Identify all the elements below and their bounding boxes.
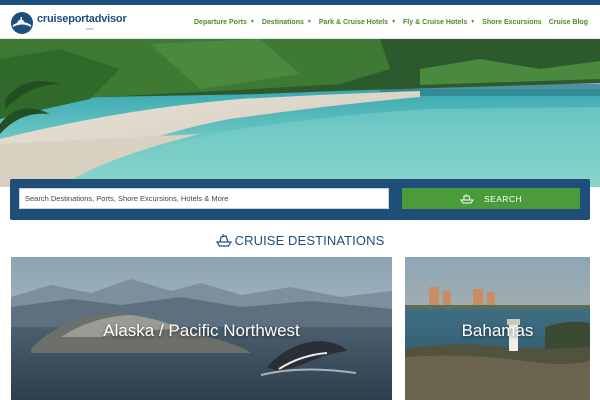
- card-label: Alaska / Pacific Northwest: [103, 321, 300, 340]
- caret-down-icon: ▼: [306, 19, 312, 25]
- ship-icon: [215, 234, 232, 247]
- logo-globe-icon: [11, 12, 33, 34]
- destination-card-bahamas[interactable]: Bahamas: [405, 257, 590, 400]
- search-input[interactable]: [19, 188, 389, 209]
- card-label: Bahamas: [461, 321, 534, 340]
- nav-destinations[interactable]: Destinations ▼: [262, 19, 312, 26]
- caret-down-icon: ▼: [391, 19, 397, 25]
- caret-down-icon: ▼: [249, 19, 255, 25]
- nav-fly-cruise-hotels[interactable]: Fly & Cruise Hotels ▼: [403, 19, 475, 26]
- nav-item-label: Park & Cruise Hotels: [318, 18, 389, 26]
- destination-card-alaska[interactable]: Alaska / Pacific Northwest: [11, 257, 392, 400]
- search-button-label: SEARCH: [484, 193, 522, 204]
- brand-name: cruiseportadvisor: [37, 13, 127, 25]
- search-button[interactable]: SEARCH: [402, 188, 580, 209]
- hero-beach-image: [0, 39, 600, 187]
- main-nav: Departure Ports ▼ Destinations ▼ Park & …: [194, 5, 588, 39]
- nav-shore-excursions[interactable]: Shore Excursions: [482, 19, 542, 26]
- nav-departure-ports[interactable]: Departure Ports ▼: [194, 19, 255, 26]
- section-title-text: CRUISE DESTINATIONS: [234, 232, 385, 248]
- caret-down-icon: ▼: [470, 19, 476, 25]
- site-logo[interactable]: cruiseportadvisor .com: [10, 9, 127, 37]
- nav-item-label: Departure Ports: [194, 18, 247, 26]
- nav-item-label: Cruise Blog: [548, 18, 588, 26]
- nav-item-label: Fly & Cruise Hotels: [403, 18, 468, 26]
- site-header: cruiseportadvisor .com Departure Ports ▼…: [0, 5, 600, 39]
- brand-domain: .com: [85, 26, 94, 31]
- cruise-destinations-heading: CRUISE DESTINATIONS: [0, 230, 600, 250]
- nav-item-label: Shore Excursions: [482, 18, 542, 26]
- ship-icon: [460, 194, 475, 204]
- nav-cruise-blog[interactable]: Cruise Blog: [549, 19, 588, 26]
- nav-item-label: Destinations: [261, 18, 304, 26]
- search-bar: SEARCH: [10, 179, 590, 220]
- nav-park-cruise-hotels[interactable]: Park & Cruise Hotels ▼: [319, 19, 396, 26]
